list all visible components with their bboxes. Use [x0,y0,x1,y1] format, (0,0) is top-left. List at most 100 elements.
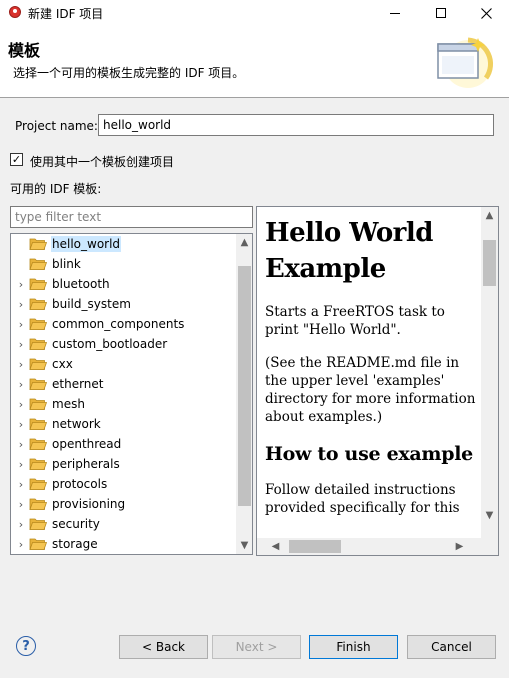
tree-item-label: cxx [52,357,73,371]
expand-arrow-icon[interactable]: › [16,414,26,434]
tree-item[interactable]: blink [11,254,237,274]
tree-item-label: security [52,517,100,531]
expand-arrow-icon[interactable]: › [16,334,26,354]
folder-icon [29,358,47,370]
folder-icon [29,298,47,310]
expand-arrow-icon[interactable]: › [16,314,26,334]
folder-icon [29,318,47,330]
scroll-thumb[interactable] [483,240,496,286]
tree-item[interactable]: › build_system [11,294,237,314]
scroll-right-icon[interactable]: ▶ [451,538,468,555]
checkmark-icon: ✓ [11,153,22,166]
help-button[interactable]: ? [16,636,36,656]
preview-content: Hello World Example Starts a FreeRTOS ta… [265,215,480,532]
expand-arrow-icon[interactable]: › [16,494,26,514]
close-button[interactable] [463,0,509,26]
tree-item-label: hello_world [51,236,122,252]
folder-icon [29,378,47,390]
folder-icon [29,478,47,490]
expand-arrow-icon[interactable]: › [16,454,26,474]
tree-item-label: ethernet [52,377,104,391]
tree-item[interactable]: › mesh [11,394,237,414]
tree-item[interactable]: › security [11,514,237,534]
folder-icon [29,398,47,410]
wizard-header: 模板 选择一个可用的模板生成完整的 IDF 项目。 [0,26,509,98]
next-button[interactable]: Next > [212,635,301,659]
tree-item-label: peripherals [52,457,120,471]
expand-arrow-icon[interactable]: › [16,514,26,534]
tree-item-label: storage [52,537,98,551]
tree-item[interactable]: › common_components [11,314,237,334]
tree-vertical-scrollbar[interactable]: ▲ ▼ [236,234,252,554]
folder-icon [29,538,47,550]
project-name-label: Project name: [15,119,98,133]
template-preview: Hello World Example Starts a FreeRTOS ta… [256,206,499,556]
scroll-down-icon[interactable]: ▼ [481,507,498,524]
maximize-button[interactable] [418,0,464,26]
scroll-left-icon[interactable]: ◀ [267,538,284,555]
cancel-button[interactable]: Cancel [407,635,496,659]
expand-arrow-icon[interactable]: › [16,374,26,394]
tree-item-label: openthread [52,437,122,451]
folder-icon [29,498,47,510]
scroll-down-icon[interactable]: ▼ [236,537,252,554]
scroll-thumb[interactable] [238,266,251,506]
expand-arrow-icon[interactable]: › [16,534,26,554]
template-tree[interactable]: hello_world blink › bluetooth › build_system ›… [10,233,253,555]
scroll-up-icon[interactable]: ▲ [481,207,498,224]
tree-item-label: network [52,417,101,431]
tree-item[interactable]: › provisioning [11,494,237,514]
expand-arrow-icon[interactable]: › [16,294,26,314]
folder-icon [29,438,47,450]
expand-arrow-icon[interactable]: › [16,354,26,374]
tree-item[interactable]: › storage [11,534,237,554]
expand-arrow-icon[interactable]: › [16,394,26,414]
folder-icon [29,238,47,250]
maximize-icon [436,8,446,18]
tree-item[interactable]: › custom_bootloader [11,334,237,354]
scroll-thumb[interactable] [289,540,341,553]
tree-item-label: bluetooth [52,277,110,291]
use-template-label[interactable]: 使用其中一个模板创建项目 [30,153,174,170]
template-filter-input[interactable] [10,206,253,228]
expand-arrow-icon[interactable]: › [16,474,26,494]
tree-item-label: custom_bootloader [52,337,168,351]
folder-icon [29,278,47,290]
preview-subheading: How to use example [265,443,473,465]
back-button[interactable]: < Back [119,635,208,659]
preview-heading: Hello World Example [265,218,433,284]
preview-horizontal-scrollbar[interactable]: ◀ ▶ [257,538,481,555]
tree-item[interactable]: hello_world [11,234,237,254]
preview-vertical-scrollbar[interactable]: ▲ ▼ [481,207,498,538]
folder-icon [29,258,47,270]
preview-paragraph: (See the README.md file in the upper lev… [265,355,476,425]
tree-item-label: mesh [52,397,85,411]
minimize-icon [390,12,400,14]
title-bar: 新建 IDF 项目 [0,0,509,26]
available-templates-label: 可用的 IDF 模板: [10,182,102,196]
wizard-banner-icon [437,37,494,88]
preview-paragraph: Follow detailed instructions provided sp… [265,482,460,516]
minimize-button[interactable] [372,0,418,26]
expand-arrow-icon[interactable]: › [16,274,26,294]
window-title: 新建 IDF 项目 [28,7,104,21]
finish-button[interactable]: Finish [309,635,398,659]
project-name-input[interactable] [98,114,494,136]
use-template-checkbox[interactable]: ✓ [10,153,23,166]
tree-item[interactable]: › openthread [11,434,237,454]
scroll-up-icon[interactable]: ▲ [236,234,252,251]
tree-item[interactable]: › ethernet [11,374,237,394]
folder-icon [29,458,47,470]
tree-item[interactable]: › peripherals [11,454,237,474]
tree-item[interactable]: › protocols [11,474,237,494]
tree-item-label: blink [52,257,81,271]
page-title: 模板 [8,41,41,60]
tree-item[interactable]: › cxx [11,354,237,374]
folder-icon [29,418,47,430]
folder-icon [29,338,47,350]
expand-arrow-icon[interactable]: › [16,434,26,454]
help-icon: ? [22,638,30,654]
tree-item[interactable]: › network [11,414,237,434]
tree-item[interactable]: › bluetooth [11,274,237,294]
app-icon [9,6,21,18]
